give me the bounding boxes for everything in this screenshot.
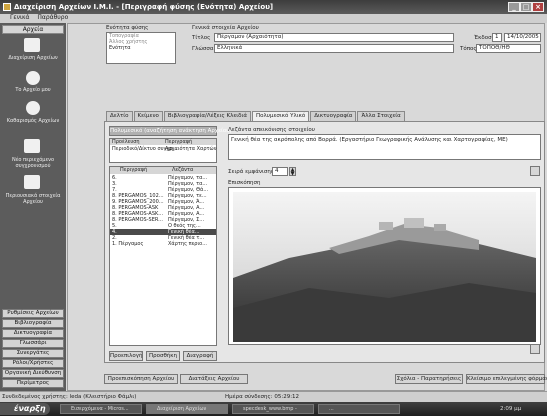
title-label: Τίτλος bbox=[192, 35, 211, 41]
place-field[interactable]: ΤΟΠΟΘ/ΗΘ bbox=[476, 44, 541, 53]
sidebar-item-cleanup[interactable]: Καθαρισμός Αρχείων bbox=[0, 118, 66, 124]
preview-archive-button[interactable]: Προεπισκόπηση Αρχείου bbox=[104, 374, 178, 384]
media-col-description[interactable]: Περιγραφή bbox=[120, 167, 147, 173]
menu-general[interactable]: Γενικά bbox=[10, 14, 29, 21]
sidebar-btn-bibliography[interactable]: Βιβλιογραφία bbox=[2, 319, 64, 328]
menu-bar: Γενικά Παράθυρο bbox=[0, 14, 547, 23]
sidebar-btn-glossary[interactable]: Γλωσσάρι bbox=[2, 339, 64, 348]
close-button[interactable]: × bbox=[532, 2, 544, 12]
window-title: Διαχείριση Αρχείων Ι.Μ.Ι. - [Περιγραφή φ… bbox=[14, 3, 274, 11]
media-table[interactable]: Περιγραφή Λεζάντα 6. Πέργαμον, τα... 3. Πέ… bbox=[109, 166, 217, 346]
minimize-button[interactable]: _ bbox=[508, 2, 520, 12]
tab-multimedia[interactable]: Πολυμεσικό Υλικό bbox=[252, 111, 310, 121]
source-cell[interactable]: Αρχαιότητα Χαρτών bbox=[165, 146, 217, 152]
general-header: Γενικά στοιχεία Αρχείου bbox=[192, 25, 259, 31]
language-field[interactable]: Ελληνικά bbox=[214, 44, 454, 53]
sidebar-btn-perimeter[interactable]: Περίμετρος bbox=[2, 379, 64, 388]
acropolis-landscape-image bbox=[233, 192, 536, 342]
entity-item[interactable]: Ενότητα bbox=[107, 45, 175, 51]
sidebar-btn-collaborators[interactable]: Συνεργάτες bbox=[2, 349, 64, 358]
sidebar-header[interactable]: Αρχεία bbox=[2, 25, 64, 34]
sidebar-btn-settings[interactable]: Ρυθμίσεις Αρχείων bbox=[2, 309, 64, 318]
entity-header: Ενότητα φύσης bbox=[106, 25, 149, 31]
order-label: Σειρά εμφάνισης bbox=[228, 169, 275, 175]
menu-window[interactable]: Παράθυρο bbox=[37, 14, 68, 21]
assets-icon[interactable] bbox=[24, 175, 40, 189]
tab-record[interactable]: Δελτίο bbox=[106, 111, 133, 121]
my-archive-icon[interactable] bbox=[26, 71, 40, 85]
maximize-button[interactable]: □ bbox=[520, 2, 532, 12]
delete-button[interactable]: Διαγραφή bbox=[183, 351, 217, 361]
language-label: Γλώσσα bbox=[192, 46, 214, 52]
search-multimedia-button[interactable]: Πολυμεσικό (αναζήτηση ανάκτηση Αρχείου) bbox=[109, 126, 232, 136]
order-spinner-icon[interactable]: ▲ ▼ bbox=[289, 167, 296, 177]
start-button[interactable]: έναρξη bbox=[0, 403, 50, 415]
sidebar-btn-org[interactable]: Οργανική Διεύθυνση bbox=[2, 369, 64, 378]
order-field[interactable]: 4 bbox=[272, 167, 288, 176]
sidebar-btn-roles[interactable]: Ρόλοι/Χρήστες bbox=[2, 359, 64, 368]
source-col-origin[interactable]: Προέλευση bbox=[112, 139, 140, 145]
archive-management-icon[interactable] bbox=[24, 38, 40, 52]
media-cell-caption[interactable]: Χάρτης περιο... bbox=[168, 241, 207, 247]
new-content-icon[interactable] bbox=[24, 139, 40, 153]
edition-field[interactable]: 1 bbox=[492, 33, 502, 42]
entity-list[interactable]: Τοπογραφία Άλλος χρήστης Ενότητα bbox=[106, 32, 176, 64]
add-button[interactable]: Προσθήκη bbox=[146, 351, 180, 361]
tab-webography[interactable]: Δικτυογραφία bbox=[310, 111, 357, 121]
source-col-description[interactable]: Περιγραφή bbox=[165, 139, 192, 145]
sidebar-item-archive-management[interactable]: Διαχείριση Αρχείων bbox=[0, 55, 66, 61]
status-bar: Συνδεδεμένος χρήστης: leda (Κλειστήριο Φ… bbox=[0, 391, 547, 402]
app-icon bbox=[3, 3, 11, 11]
preview-label: Επισκόπηση bbox=[228, 180, 261, 186]
status-time: Ημέρα σύνδεσης: 05:29:12 bbox=[225, 394, 300, 400]
task-item[interactable]: specdesk_www.bmp - bbox=[232, 404, 314, 414]
taskbar: έναρξη Εισερχόμενα - Micros... Διαχείρισ… bbox=[0, 402, 547, 416]
tab-bibliography[interactable]: Βιβλιογραφία/Λέξεις Κλειδιά bbox=[163, 111, 252, 121]
default-button[interactable]: Προεπιλογή bbox=[109, 351, 143, 361]
date-field[interactable]: 14/10/2005 bbox=[504, 33, 541, 42]
caption-textarea[interactable]: Γενική θέα της ακρόπολης από Βορρά. (Εργ… bbox=[228, 134, 541, 160]
task-item[interactable]: ... bbox=[318, 404, 400, 414]
tab-other[interactable]: Άλλα Στοιχεία bbox=[357, 111, 405, 121]
caption-label: Λεζάντα απεικόνισης στοιχείου bbox=[228, 127, 315, 133]
task-item[interactable]: Εισερχόμενα - Micros... bbox=[60, 404, 142, 414]
archive-layouts-button[interactable]: Διατάξεις Αρχείου bbox=[180, 374, 248, 384]
taskbar-clock: 2:09 μμ bbox=[500, 406, 522, 412]
sidebar-item-assets[interactable]: Περιουσιακά στοιχεία Αρχείου bbox=[0, 193, 66, 205]
sidebar: Αρχεία Διαχείριση Αρχείων Το Αρχείο μου … bbox=[0, 23, 66, 391]
close-form-button[interactable]: Κλείσιμο επιλεγμένης φόρμας bbox=[466, 374, 547, 384]
sidebar-item-my-archive[interactable]: Το Αρχείο μου bbox=[0, 87, 66, 93]
tab-text[interactable]: Κείμενο bbox=[133, 111, 163, 121]
title-field[interactable]: Πέργαμον (Αρχαιότητα) bbox=[214, 33, 454, 42]
cleanup-icon[interactable] bbox=[26, 101, 40, 115]
status-user: Συνδεδεμένος χρήστης: leda (Κλειστήριο Φ… bbox=[2, 394, 137, 400]
task-item[interactable]: Διαχείριση Αρχείων bbox=[146, 404, 228, 414]
title-bar: Διαχείριση Αρχείων Ι.Μ.Ι. - [Περιγραφή φ… bbox=[0, 0, 547, 14]
preview-frame bbox=[228, 187, 541, 345]
sidebar-btn-webography[interactable]: Δικτυογραφία bbox=[2, 329, 64, 338]
sidebar-item-new-content[interactable]: Νέο περιεχόμενο συγχρονισμού bbox=[0, 157, 66, 169]
place-label: Τόπος bbox=[460, 46, 477, 52]
source-table[interactable]: Προέλευση Περιγραφή Περιοδικό/Δίκτυο συγ… bbox=[109, 138, 217, 163]
comments-button[interactable]: Σχόλια - Παρατηρήσεις bbox=[395, 374, 463, 384]
expand-preview-icon[interactable] bbox=[530, 344, 540, 354]
tab-strip: Δελτίο Κείμενο Βιβλιογραφία/Λέξεις Κλειδιά… bbox=[106, 111, 406, 121]
edit-caption-icon[interactable] bbox=[530, 166, 540, 176]
media-col-caption[interactable]: Λεζάντα bbox=[172, 167, 193, 173]
media-cell-description[interactable]: 1. Πέργαμος bbox=[112, 241, 143, 247]
